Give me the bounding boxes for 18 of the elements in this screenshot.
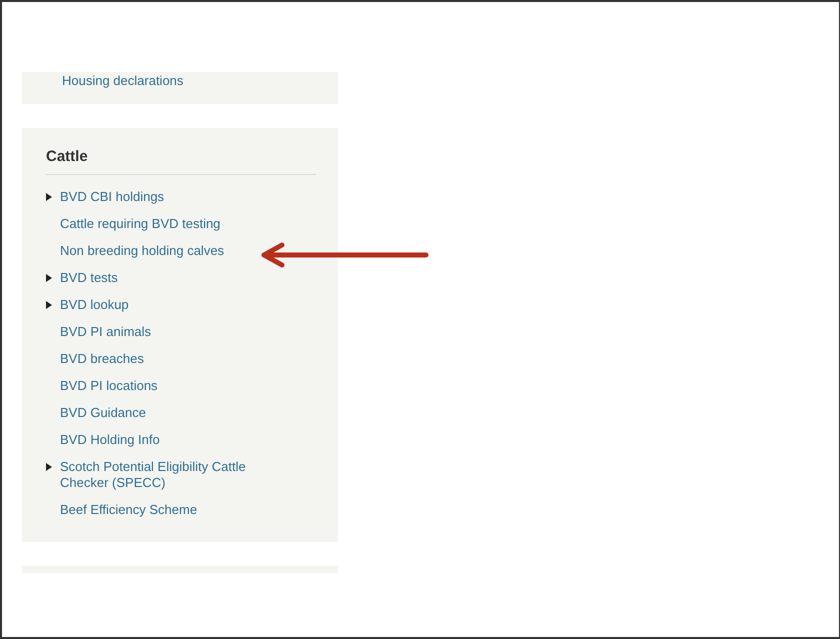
triangle-icon[interactable] — [46, 193, 52, 201]
sidebar-link[interactable]: BVD Holding Info — [60, 432, 160, 448]
sidebar-link[interactable]: Beef Efficiency Scheme — [60, 502, 198, 518]
sidebar-link[interactable]: BVD breaches — [60, 351, 144, 367]
sidebar-link[interactable]: BVD CBI holdings — [60, 189, 164, 205]
triangle-icon[interactable] — [46, 301, 52, 309]
sidebar-link[interactable]: Scotch Potential Eligibility Cattle Checker (SPECC) — [60, 459, 265, 491]
section-title: Cattle — [46, 148, 89, 167]
sidebar-link[interactable]: BVD Guidance — [60, 405, 146, 421]
sidebar-link[interactable]: Cattle requiring BVD testing — [60, 216, 220, 232]
sidebar-link[interactable]: BVD lookup — [60, 297, 129, 313]
sidebar-link[interactable]: BVD PI locations — [60, 378, 158, 394]
sidebar-link[interactable]: Housing declarations — [62, 73, 184, 89]
sidebar-link[interactable]: BVD PI animals — [60, 324, 152, 340]
triangle-icon[interactable] — [46, 274, 52, 282]
triangle-icon[interactable] — [46, 463, 52, 471]
sidebar-link[interactable]: BVD tests — [60, 270, 118, 286]
sidebar-link[interactable]: Non breeding holding calves — [60, 243, 224, 259]
